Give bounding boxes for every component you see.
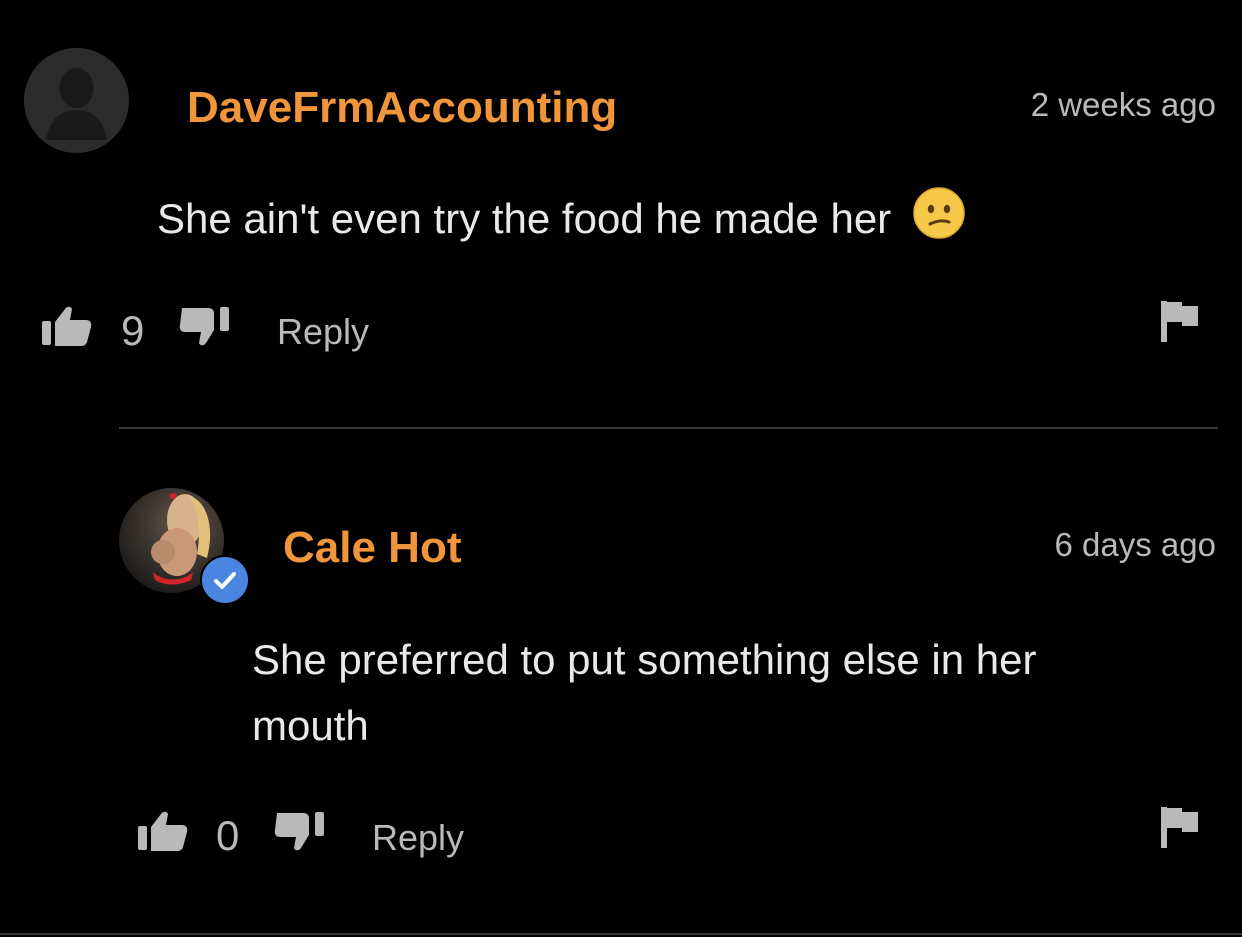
verified-check-icon — [200, 555, 250, 605]
reply-button[interactable]: Reply — [372, 820, 464, 856]
comment-text: She ain't even try the food he made her — [157, 195, 892, 242]
comment-divider — [119, 427, 1218, 429]
flag-icon[interactable] — [1160, 300, 1200, 347]
user-avatar[interactable] — [24, 48, 129, 153]
comment-username[interactable]: Cale Hot — [283, 526, 461, 570]
comments-section: DaveFrmAccounting 2 weeks ago She ain't … — [0, 0, 1242, 937]
like-count: 9 — [121, 307, 145, 354]
thumbs-down-icon[interactable] — [274, 810, 326, 857]
default-user-silhouette-icon — [24, 48, 129, 153]
comment-username[interactable]: DaveFrmAccounting — [187, 86, 617, 130]
thumbs-up-icon[interactable] — [40, 305, 92, 352]
reply-button[interactable]: Reply — [277, 314, 369, 350]
confused-face-emoji-icon — [913, 187, 965, 258]
comment-body: She ain't even try the food he made her — [157, 186, 965, 258]
comment-timestamp: 6 days ago — [1054, 526, 1216, 563]
comment-text: She preferred to put something else in h… — [252, 636, 1037, 749]
comment-divider — [0, 933, 1242, 935]
thumbs-down-icon[interactable] — [179, 305, 231, 352]
comment-timestamp: 2 weeks ago — [1030, 86, 1216, 123]
flag-icon[interactable] — [1160, 806, 1200, 853]
thumbs-up-icon[interactable] — [136, 810, 188, 857]
like-count: 0 — [216, 812, 240, 859]
